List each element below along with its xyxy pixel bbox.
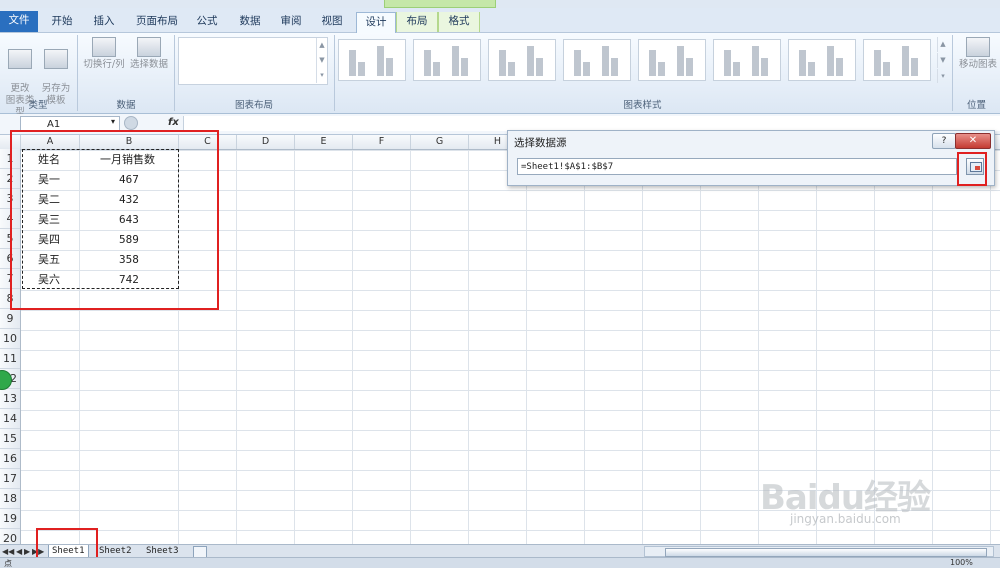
ribbon-tabs: 文件 开始 插入 页面布局 公式 数据 审阅 视图 设计 布局 格式 (0, 8, 1000, 33)
status-bar: 点 100% (0, 557, 1000, 568)
data-range-input[interactable]: =Sheet1!$A$1:$B$7 (517, 158, 957, 175)
tab-insert[interactable]: 插入 (84, 12, 124, 32)
switch-row-column-button[interactable]: 切换行/列 (82, 37, 126, 71)
scrollbar-thumb[interactable] (665, 548, 987, 557)
move-chart-label: 移动图表 (958, 59, 997, 70)
styles-more-icon[interactable]: ▾ (937, 69, 948, 83)
highlight-box-data-range (10, 130, 219, 310)
styles-scroll-down-icon[interactable]: ▼ (937, 53, 948, 68)
gridline (584, 150, 585, 544)
row-header[interactable]: 17 (0, 469, 20, 489)
row-header[interactable]: 15 (0, 429, 20, 449)
gridline (758, 150, 759, 544)
select-data-label: 选择数据 (129, 59, 168, 70)
gallery-scroll-up-icon[interactable]: ▲ (316, 38, 327, 53)
chart-styles-gallery (338, 37, 936, 83)
row-header[interactable]: 9 (0, 309, 20, 329)
row-header[interactable]: 16 (0, 449, 20, 469)
name-box[interactable]: A1 (20, 116, 120, 131)
ribbon: 更改 图表类型 另存为 模板 类型 切换行/列 选择数据 数据 ▲ ▼ ▾ 图表… (0, 33, 1000, 118)
tab-layout[interactable]: 布局 (396, 12, 438, 32)
row-header[interactable]: 13 (0, 389, 20, 409)
switch-icon (92, 37, 116, 57)
row-header[interactable]: 19 (0, 509, 20, 529)
gridline (990, 150, 991, 544)
column-header[interactable]: D (237, 135, 295, 149)
chart-style-thumb[interactable] (713, 39, 781, 81)
move-chart-button[interactable]: 移动图表 (956, 37, 1000, 71)
chart-style-thumb[interactable] (563, 39, 631, 81)
tab-view[interactable]: 视图 (314, 12, 350, 32)
gridline (642, 150, 643, 544)
tab-review[interactable]: 审阅 (272, 12, 310, 32)
insert-function-icon[interactable]: fx (168, 117, 179, 128)
name-box-dropdown-icon[interactable]: ▾ (111, 117, 115, 126)
highlight-box-expand-button (957, 152, 987, 186)
expand-handle-icon[interactable] (124, 116, 138, 130)
switch-row-column-label: 切换行/列 (83, 59, 125, 70)
select-data-icon (137, 37, 161, 57)
gridline (236, 150, 237, 544)
gridline (932, 150, 933, 544)
chart-style-thumb[interactable] (413, 39, 481, 81)
dialog-title: 选择数据源 (514, 137, 567, 149)
chart-layout-gallery[interactable]: ▲ ▼ ▾ (178, 37, 328, 85)
tab-data[interactable]: 数据 (230, 12, 270, 32)
gridline (526, 150, 527, 544)
row-header[interactable]: 18 (0, 489, 20, 509)
column-header[interactable]: F (353, 135, 411, 149)
group-label-styles: 图表样式 (623, 100, 662, 111)
template-icon (44, 49, 68, 69)
chart-style-thumb[interactable] (638, 39, 706, 81)
title-bar (0, 0, 1000, 8)
help-button[interactable]: ? (932, 133, 956, 149)
group-label-data: 数据 (116, 100, 136, 111)
close-button[interactable]: ✕ (955, 133, 991, 149)
group-label-layout: 图表布局 (234, 100, 273, 111)
chart-style-thumb[interactable] (338, 39, 406, 81)
gridline (410, 150, 411, 544)
move-chart-icon (966, 37, 990, 57)
select-data-source-dialog: 选择数据源 ? ✕ =Sheet1!$A$1:$B$7 (507, 130, 995, 186)
zoom-level[interactable]: 100% (950, 558, 973, 567)
group-label-type: 类型 (28, 100, 48, 111)
tab-page-layout[interactable]: 页面布局 (128, 12, 186, 32)
column-header[interactable]: G (411, 135, 469, 149)
row-header[interactable]: 11 (0, 349, 20, 369)
horizontal-scrollbar[interactable] (644, 546, 994, 557)
sheet-tab-bar: ◀◀ ◀ ▶ ▶▶ Sheet1 Sheet2 Sheet3 (0, 544, 1000, 559)
tab-file[interactable]: 文件 (0, 11, 38, 32)
gallery-more-icon[interactable]: ▾ (316, 68, 327, 83)
tab-format[interactable]: 格式 (438, 12, 480, 32)
gridline (468, 150, 469, 544)
chart-tools-context-label (384, 0, 496, 8)
tab-design[interactable]: 设计 (356, 12, 396, 33)
styles-scroll-up-icon[interactable]: ▲ (937, 37, 948, 52)
tab-home[interactable]: 开始 (42, 12, 82, 32)
tab-formulas[interactable]: 公式 (188, 12, 226, 32)
gridline (700, 150, 701, 544)
chart-style-thumb[interactable] (788, 39, 856, 81)
formula-input[interactable] (183, 116, 1000, 131)
gridline (352, 150, 353, 544)
row-header[interactable]: 14 (0, 409, 20, 429)
group-label-location: 位置 (966, 100, 986, 111)
gridline (294, 150, 295, 544)
chart-type-icon (8, 49, 32, 69)
select-data-button[interactable]: 选择数据 (128, 37, 170, 71)
column-header[interactable]: E (295, 135, 353, 149)
chart-style-thumb[interactable] (488, 39, 556, 81)
chart-style-thumb[interactable] (863, 39, 931, 81)
row-header[interactable]: 20 (0, 529, 20, 544)
status-mode: 点 (4, 559, 12, 568)
baidu-watermark-url: jingyan.baidu.com (790, 512, 901, 526)
row-header[interactable]: 10 (0, 329, 20, 349)
gallery-scroll-down-icon[interactable]: ▼ (316, 53, 327, 68)
